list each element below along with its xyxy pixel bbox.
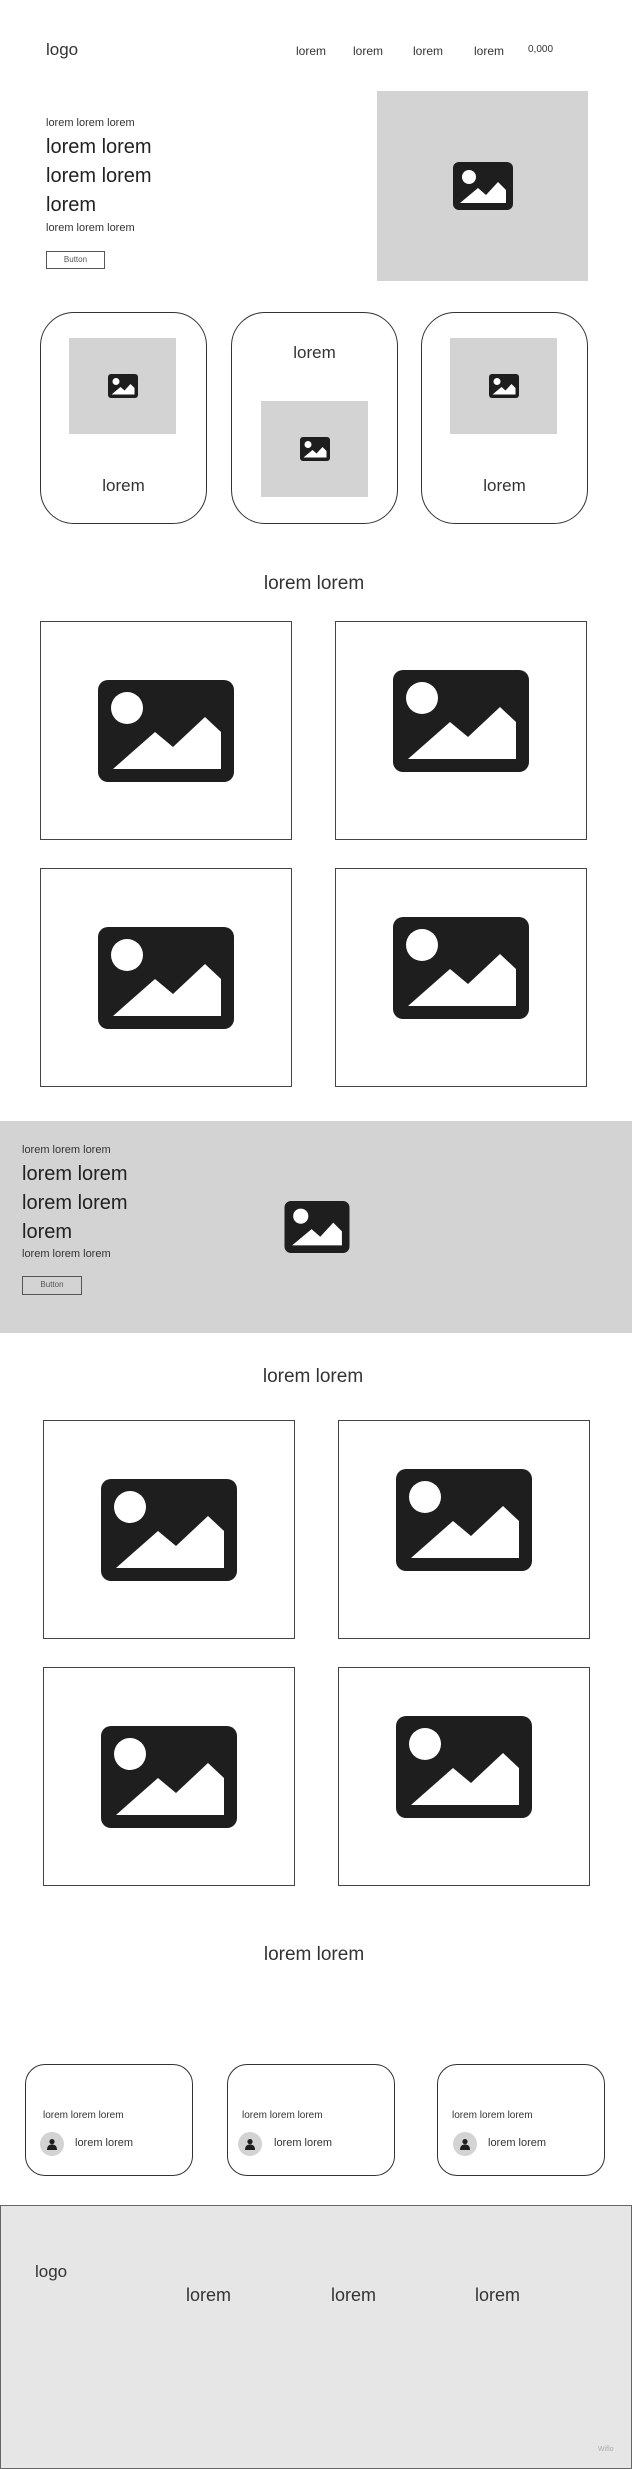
nav-link-4[interactable]: lorem [474,44,504,58]
feature-card-image [69,338,176,434]
testimonial-card-3: lorem lorem lorem lorem lorem [437,2064,605,2176]
gallery-2-item-3[interactable] [43,1667,295,1886]
hero-eyebrow: lorem lorem lorem [46,117,135,129]
footer-link-1[interactable]: lorem [186,2285,231,2306]
feature-card-3[interactable]: lorem [421,312,588,524]
image-icon [393,916,529,1019]
feature-card-image [261,401,368,497]
image-icon [101,1725,237,1828]
feature-card-2[interactable]: lorem [231,312,398,524]
feature-card-label: lorem [483,476,526,495]
user-icon [47,2139,57,2150]
gallery-2-item-1[interactable] [43,1420,295,1639]
footer-logo[interactable]: logo [35,2262,67,2282]
footer: logo lorem lorem lorem Wiflo [0,2205,632,2469]
feature-card-label: lorem [293,343,336,362]
image-icon [488,374,519,398]
gallery-1-item-3[interactable] [40,868,292,1087]
testimonial-name: lorem lorem [75,2137,134,2149]
hero-image [377,91,588,281]
avatar [238,2132,262,2156]
hero-title-line-3: lorem [46,194,97,216]
banner-subtitle: lorem lorem lorem [22,1248,111,1260]
hero-title-line-2: lorem lorem [46,165,152,187]
banner-eyebrow: lorem lorem lorem [22,1144,111,1156]
image-icon [101,1478,237,1581]
nav-link-3[interactable]: lorem [413,44,443,58]
banner-title-line-2: lorem lorem [22,1192,128,1214]
testimonial-text: lorem lorem lorem [242,2110,323,2121]
testimonials-title: lorem lorem [263,1944,365,1965]
user-icon [245,2139,255,2150]
feature-card-label: lorem [102,476,145,495]
banner-title-line-1: lorem lorem [22,1163,128,1185]
avatar [453,2132,477,2156]
banner-button[interactable]: Button [22,1276,82,1295]
hero-subtitle: lorem lorem lorem [46,222,135,234]
avatar [40,2132,64,2156]
hero-title-line-1: lorem lorem [46,136,152,158]
gallery-1-item-1[interactable] [40,621,292,840]
feature-card-image [450,338,557,434]
gallery-1-item-4[interactable] [335,868,587,1087]
image-icon [393,669,529,772]
gallery-1-title: lorem lorem [263,573,365,594]
image-icon [107,374,138,398]
gallery-1-item-2[interactable] [335,621,587,840]
testimonial-name: lorem lorem [274,2137,333,2149]
banner-title-line-3: lorem [22,1221,73,1243]
testimonial-text: lorem lorem lorem [43,2110,124,2121]
cart-value[interactable]: 0,000 [528,44,553,55]
gallery-2-item-4[interactable] [338,1667,590,1886]
testimonial-name: lorem lorem [488,2137,547,2149]
footer-badge: Wiflo [598,2446,614,2453]
image-icon [452,162,513,210]
image-icon [284,1201,350,1253]
image-icon [396,1468,532,1571]
testimonial-text: lorem lorem lorem [452,2110,533,2121]
footer-link-3[interactable]: lorem [475,2285,520,2306]
image-icon [98,679,234,782]
user-icon [460,2139,470,2150]
image-icon [98,926,234,1029]
testimonial-card-2: lorem lorem lorem lorem lorem [227,2064,395,2176]
hero-button[interactable]: Button [46,251,105,269]
logo[interactable]: logo [46,40,78,60]
footer-link-2[interactable]: lorem [331,2285,376,2306]
feature-card-1[interactable]: lorem [40,312,207,524]
testimonial-card-1: lorem lorem lorem lorem lorem [25,2064,193,2176]
header: logo lorem lorem lorem lorem 0,000 [0,0,632,100]
gallery-2-item-2[interactable] [338,1420,590,1639]
image-icon [299,437,330,461]
banner: lorem lorem lorem lorem lorem lorem lore… [0,1121,632,1333]
gallery-2-title: lorem lorem [262,1366,364,1387]
nav-link-2[interactable]: lorem [353,44,383,58]
banner-image [284,1201,350,1253]
nav-link-1[interactable]: lorem [296,44,326,58]
image-icon [396,1715,532,1818]
